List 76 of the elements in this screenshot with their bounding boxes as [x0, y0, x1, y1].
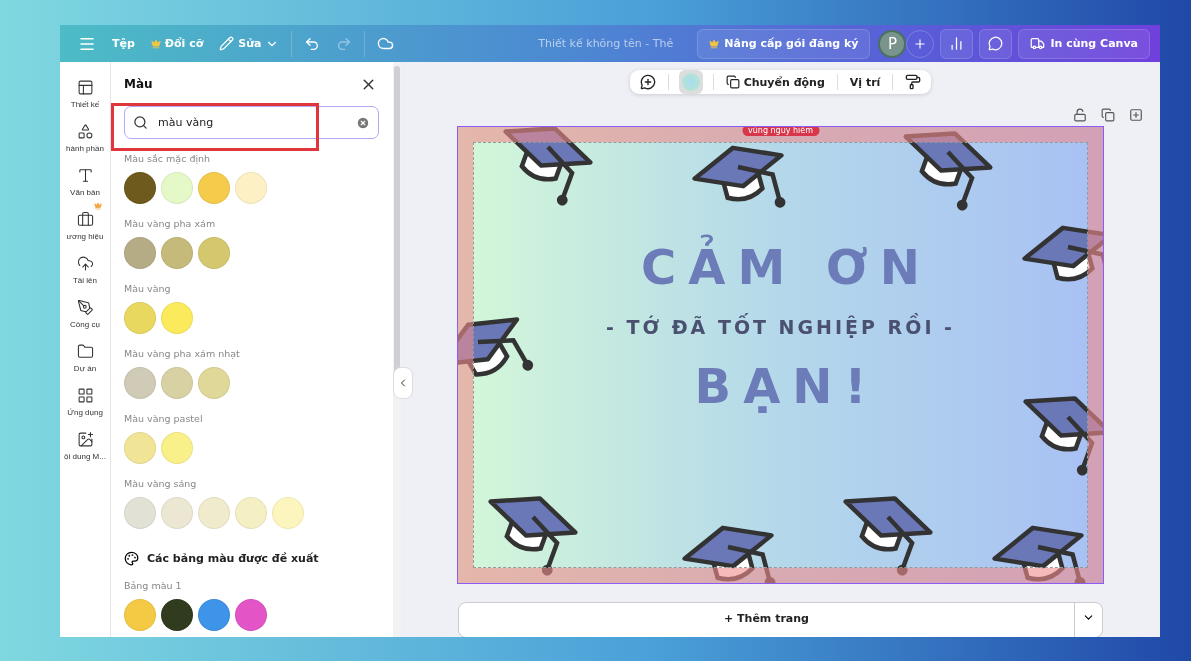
brand-icon	[76, 211, 94, 228]
search-icon	[133, 115, 148, 130]
sidebar-item[interactable]: Tải lên	[60, 246, 110, 285]
clear-icon[interactable]	[356, 115, 370, 130]
color-swatch[interactable]	[161, 172, 193, 204]
color-swatch[interactable]	[161, 237, 193, 269]
comment-icon[interactable]	[979, 28, 1013, 59]
color-swatch[interactable]	[124, 599, 156, 631]
text-icon	[76, 167, 94, 184]
color-swatch[interactable]	[161, 432, 193, 464]
upload-icon	[76, 255, 94, 272]
add-page-icon[interactable]	[1129, 108, 1143, 122]
color-group-label: Màu sắc mặc định	[124, 153, 212, 164]
print-button[interactable]: In cùng Canva	[1018, 28, 1150, 59]
scrollbar[interactable]	[393, 62, 401, 637]
color-group-label: Màu vàng pha xám nhạt	[124, 348, 241, 359]
elements-icon	[76, 123, 94, 140]
apps-icon	[76, 387, 94, 404]
color-group-label: Màu vàng	[124, 283, 172, 294]
sidebar-item[interactable]: ương hiệu	[60, 202, 110, 241]
sidebar-item[interactable]: ội dung M...	[60, 422, 110, 461]
danger-zone-label: vùng nguy hiểm	[742, 127, 819, 136]
duplicate-icon[interactable]	[1101, 108, 1115, 122]
sidebar-item[interactable]: Dự án	[60, 334, 110, 373]
sidebar-item[interactable]: Ứng dụng	[60, 378, 110, 417]
color-swatch[interactable]	[124, 237, 156, 269]
color-swatch[interactable]	[198, 172, 230, 204]
pencil-icon	[219, 36, 235, 51]
design-card[interactable]: vùng nguy hiểm CẢM ƠN - TỚ ĐÃ TỐT NGHIỆP RỒI - BẠN!	[457, 126, 1104, 584]
color-swatch[interactable]	[198, 497, 230, 529]
sidebar-item[interactable]: hành phần	[60, 114, 110, 153]
color-swatch[interactable]	[161, 599, 193, 631]
projects-icon	[76, 343, 94, 360]
collapse-button[interactable]	[393, 367, 413, 399]
color-swatch[interactable]	[124, 302, 156, 334]
color-swatch[interactable]	[161, 367, 193, 399]
color-swatch[interactable]	[198, 599, 230, 631]
overlap-icon	[725, 75, 740, 89]
upgrade-button[interactable]: Nâng cấp gói đăng ký	[697, 28, 871, 59]
color-swatch[interactable]	[124, 367, 156, 399]
panel-title: Màu	[124, 77, 153, 91]
color-swatch[interactable]	[235, 497, 267, 529]
sidebar-item[interactable]: Công cụ	[60, 290, 110, 329]
sidebar-item[interactable]: Thiết kế	[60, 70, 110, 109]
sidebar-item[interactable]: Văn bản	[60, 158, 110, 197]
color-swatch[interactable]	[198, 237, 230, 269]
color-group-label: Màu vàng pha xám	[124, 218, 217, 229]
color-swatch[interactable]	[272, 497, 304, 529]
animate-button[interactable]: Chuyển động	[723, 73, 827, 91]
lock-icon[interactable]	[1073, 108, 1087, 122]
design-icon	[76, 79, 94, 96]
graduation-cap-icon	[692, 145, 786, 208]
color-swatch[interactable]	[161, 302, 193, 334]
position-button[interactable]: Vị trí	[847, 73, 883, 91]
color-group-label: Màu vàng pastel	[124, 413, 204, 424]
color-chip[interactable]	[678, 70, 703, 94]
crown-icon	[150, 38, 161, 49]
truck-icon	[1030, 36, 1046, 51]
color-swatch[interactable]	[235, 172, 267, 204]
color-swatch[interactable]	[124, 497, 156, 529]
tools-icon	[76, 299, 94, 316]
subtitle-text[interactable]: - TỚ ĐÃ TỐT NGHIỆP RỒI -	[606, 315, 955, 338]
color-swatch[interactable]	[235, 599, 267, 631]
palette-label: Bảng màu 1	[124, 580, 183, 591]
search-field[interactable]: màu vàng	[124, 106, 379, 139]
section-heading: Các bảng màu được đề xuất	[147, 552, 319, 565]
color-swatch[interactable]	[124, 172, 156, 204]
crown-icon	[709, 38, 720, 49]
palette-icon	[124, 551, 139, 566]
media-icon	[76, 431, 94, 448]
search-input[interactable]: màu vàng	[156, 115, 348, 130]
color-swatch[interactable]	[161, 497, 193, 529]
chart-icon[interactable]	[940, 28, 974, 59]
color-group-label: Màu vàng sáng	[124, 478, 198, 489]
color-swatch[interactable]	[124, 432, 156, 464]
color-swatch[interactable]	[198, 367, 230, 399]
